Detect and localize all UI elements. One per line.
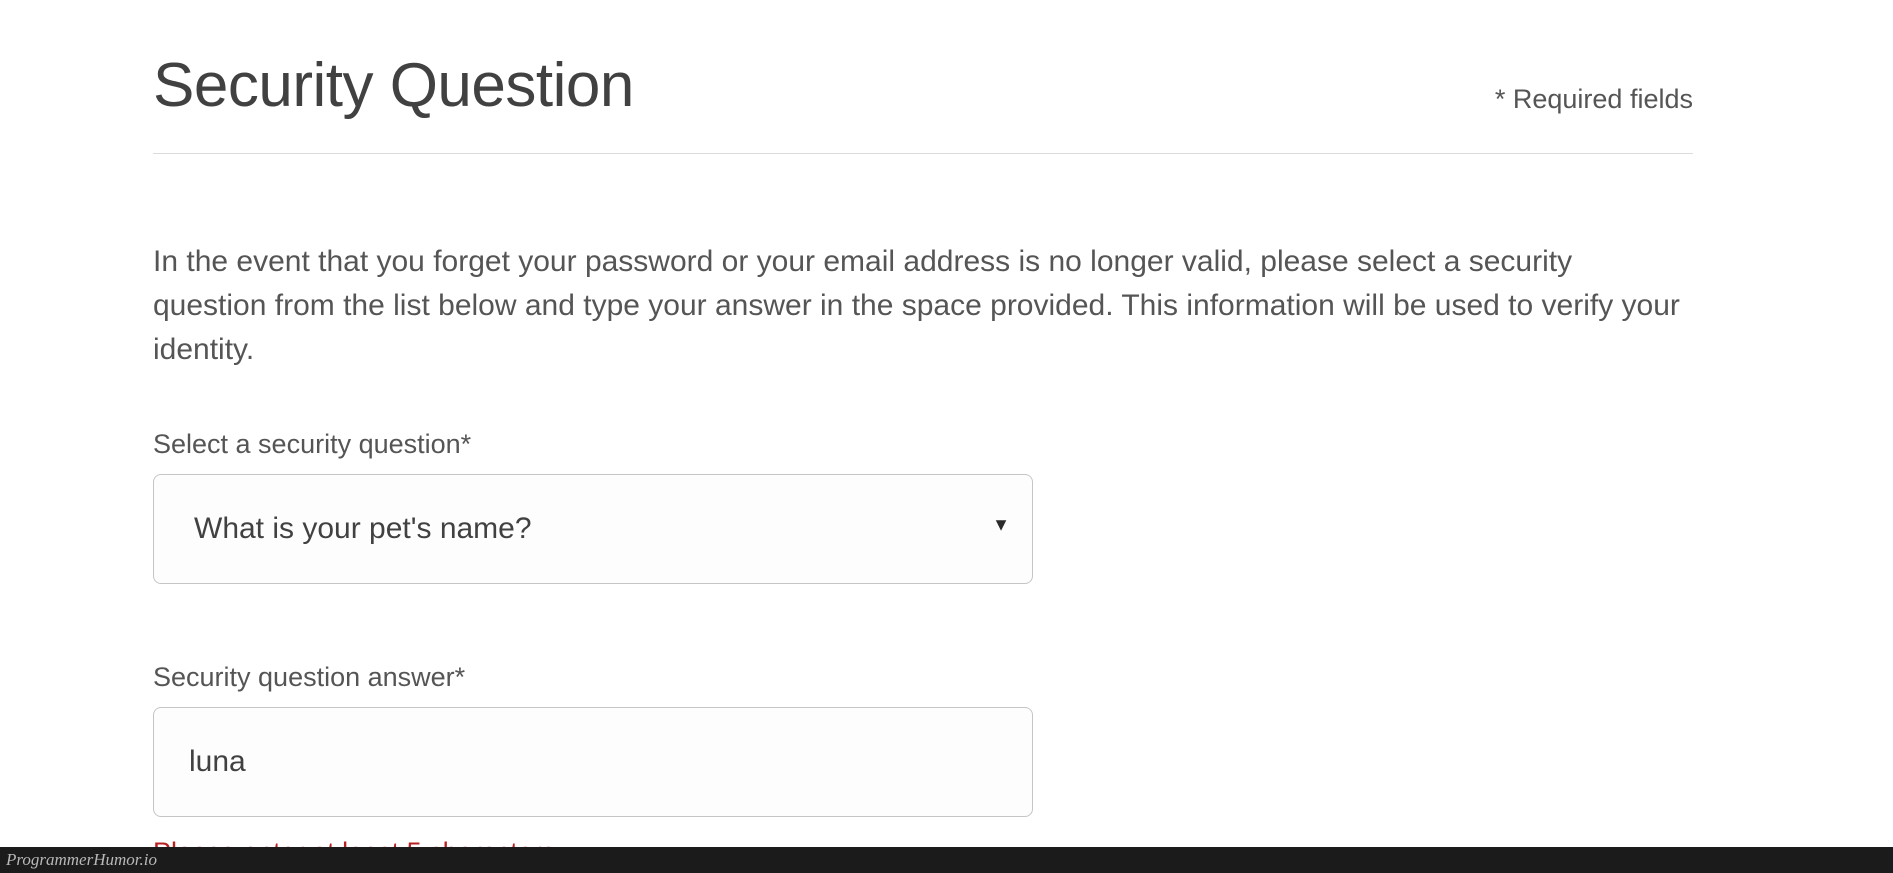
header-row: Security Question * Required fields (153, 50, 1693, 154)
security-answer-input[interactable] (153, 707, 1033, 817)
footer-bar: ProgrammerHumor.io (0, 847, 1893, 873)
instructions-text: In the event that you forget your passwo… (153, 240, 1693, 371)
watermark-text: ProgrammerHumor.io (6, 850, 157, 870)
security-answer-label: Security question answer* (153, 662, 1693, 693)
required-fields-note: * Required fields (1495, 84, 1693, 121)
form-container: Security Question * Required fields In t… (0, 0, 1893, 868)
security-question-field: Select a security question* What is your… (153, 429, 1693, 584)
security-question-select[interactable]: What is your pet's name? ▼ (153, 474, 1033, 584)
security-question-label: Select a security question* (153, 429, 1693, 460)
security-question-selected-value: What is your pet's name? (194, 512, 532, 546)
chevron-down-icon: ▼ (992, 515, 1010, 536)
security-question-select-wrapper: What is your pet's name? ▼ (153, 474, 1033, 584)
page-title: Security Question (153, 50, 634, 121)
security-answer-field: Security question answer* Please enter a… (153, 662, 1693, 868)
